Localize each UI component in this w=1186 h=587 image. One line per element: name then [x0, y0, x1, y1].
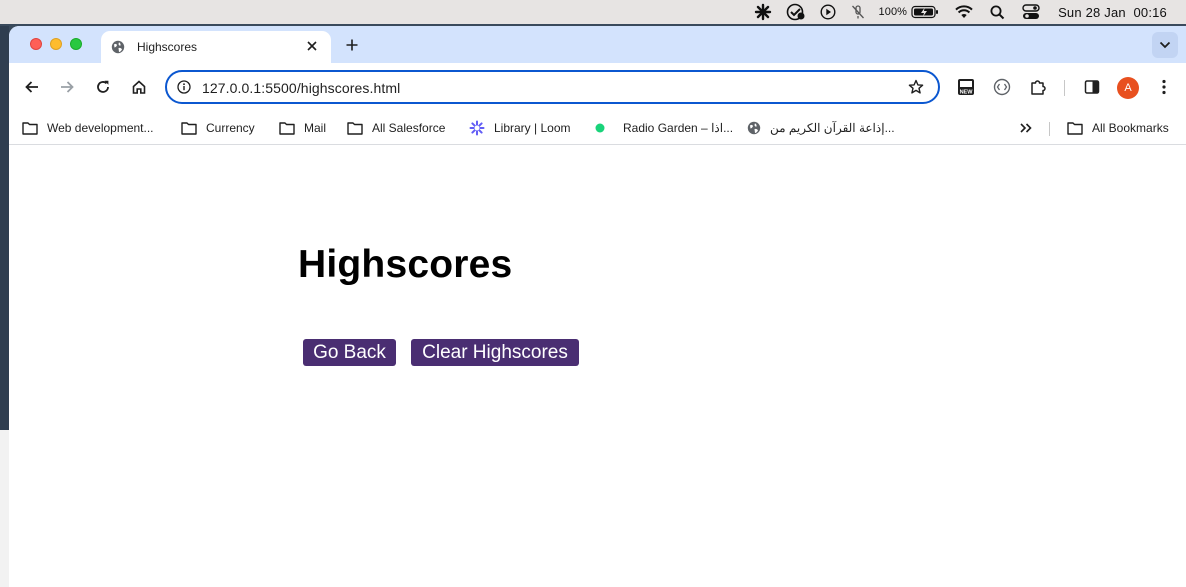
bookmark-label: Radio Garden – اذا...: [623, 121, 734, 135]
puzzle-extensions-icon[interactable]: [1027, 76, 1049, 98]
bookmark-all-salesforce[interactable]: All Salesforce: [347, 116, 445, 140]
mic-off-icon[interactable]: [850, 0, 866, 24]
bookmark-label: All Salesforce: [372, 121, 446, 135]
battery-percent: 100%: [878, 6, 908, 18]
folder-icon: [22, 122, 38, 135]
play-circle-icon[interactable]: [820, 0, 836, 24]
window-close-button[interactable]: [30, 38, 42, 50]
browser-window: Highscores 127.0.0.1:5500/highscores.htm…: [9, 26, 1186, 587]
tab-strip: Highscores: [9, 26, 1186, 63]
radio-dot-icon: [595, 123, 605, 133]
news-extension-icon[interactable]: NEW: [955, 76, 977, 98]
clear-highscores-button[interactable]: Clear Highscores: [411, 339, 579, 366]
tab-title: Highscores: [137, 40, 198, 54]
address-bar[interactable]: 127.0.0.1:5500/highscores.html: [165, 70, 940, 104]
browser-toolbar: 127.0.0.1:5500/highscores.html NEW A: [9, 63, 1186, 112]
code-extension-icon[interactable]: [991, 76, 1013, 98]
bookmark-radio-garden[interactable]: Radio Garden – اذا...: [595, 116, 733, 140]
bookmark-currency[interactable]: Currency: [181, 116, 255, 140]
close-tab-icon[interactable]: [305, 39, 319, 53]
bookmark-web-development[interactable]: Web development...: [22, 116, 154, 140]
bookmark-loom[interactable]: Library | Loom: [469, 116, 570, 140]
tab-highscores[interactable]: Highscores: [101, 31, 331, 63]
battery-charging-icon[interactable]: [911, 0, 939, 24]
svg-text:NEW: NEW: [960, 90, 974, 96]
menubar-clock[interactable]: Sun 28 Jan 00:16: [1058, 0, 1167, 24]
all-bookmarks-label: All Bookmarks: [1092, 121, 1169, 135]
page-content: Highscores Go Back Clear Highscores: [9, 146, 1186, 587]
site-info-icon[interactable]: [177, 80, 191, 94]
all-bookmarks-button[interactable]: All Bookmarks: [1067, 116, 1169, 140]
bookmark-label: Web development...: [47, 121, 154, 135]
chevron-double-right-icon[interactable]: [1019, 116, 1042, 140]
menu-kebab-icon[interactable]: [1153, 76, 1175, 98]
toolbar-divider: [1064, 80, 1065, 96]
globe-icon: [111, 40, 125, 54]
url-text[interactable]: 127.0.0.1:5500/highscores.html: [202, 80, 400, 96]
bookmarks-bar: Web development... Currency Mail All Sal…: [9, 112, 1186, 145]
bookmarks-divider: [1049, 122, 1050, 136]
globe-icon: [747, 121, 761, 135]
page-title: Highscores: [298, 243, 513, 286]
folder-icon: [1067, 122, 1083, 135]
background-window-edge: [0, 430, 9, 587]
control-center-icon[interactable]: [1022, 0, 1040, 24]
bookmark-label: Mail: [304, 121, 327, 135]
folder-icon: [279, 122, 295, 135]
reload-button[interactable]: [93, 77, 113, 97]
spotlight-search-icon[interactable]: [990, 0, 1005, 24]
bookmark-label: Currency: [206, 121, 255, 135]
go-back-button[interactable]: Go Back: [303, 339, 396, 366]
side-panel-icon[interactable]: [1081, 76, 1103, 98]
folder-icon: [347, 122, 363, 135]
tab-search-button[interactable]: [1152, 32, 1178, 58]
bookmark-label: إذاعة القرآن الكريم من...: [770, 121, 895, 135]
back-button[interactable]: [22, 77, 42, 97]
bookmark-quran-radio[interactable]: إذاعة القرآن الكريم من...: [747, 116, 895, 140]
home-button[interactable]: [129, 77, 149, 97]
bookmark-star-icon[interactable]: [908, 79, 924, 95]
check-badge-icon[interactable]: [786, 0, 806, 24]
window-minimize-button[interactable]: [50, 38, 62, 50]
flower-status-icon[interactable]: [754, 0, 772, 24]
profile-avatar[interactable]: A: [1117, 77, 1139, 99]
forward-button[interactable]: [57, 77, 77, 97]
wifi-icon[interactable]: [955, 0, 973, 24]
bookmark-label: Library | Loom: [494, 121, 571, 135]
folder-icon: [181, 122, 197, 135]
macos-menu-bar: 100% Sun 28 Jan 00:16: [0, 0, 1186, 24]
window-zoom-button[interactable]: [70, 38, 82, 50]
new-tab-button[interactable]: [344, 37, 360, 53]
loom-icon: [469, 120, 485, 136]
bookmark-mail[interactable]: Mail: [279, 116, 326, 140]
